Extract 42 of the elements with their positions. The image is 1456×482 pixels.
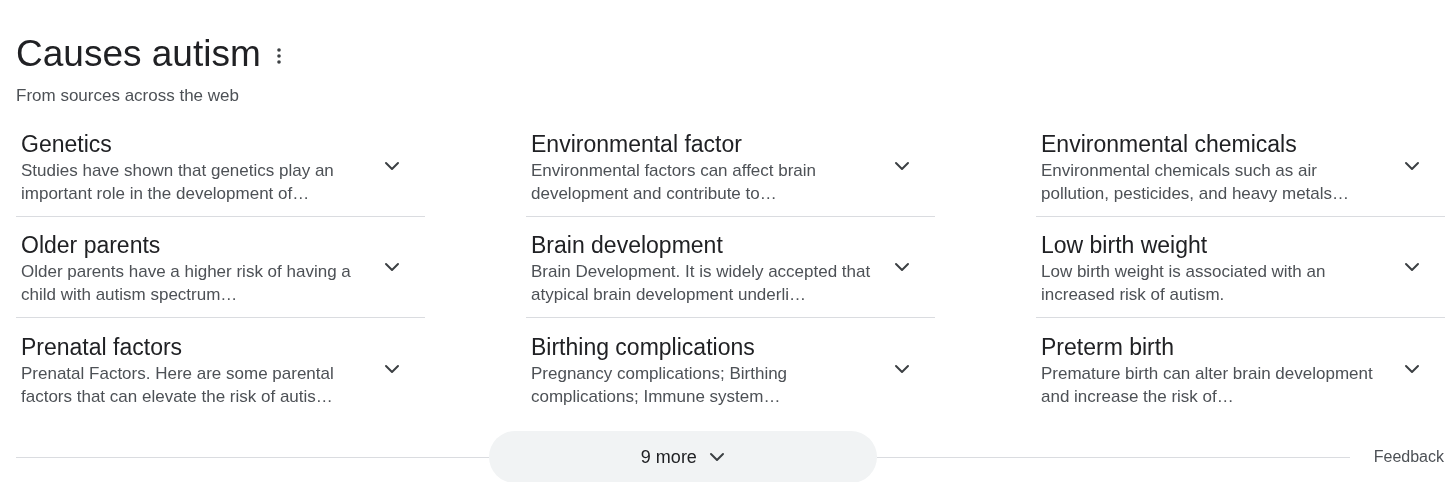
accordion-item[interactable]: Genetics Studies have shown that genetics play an important role in the development of… bbox=[16, 116, 425, 217]
item-title: Prenatal factors bbox=[21, 332, 184, 362]
chevron-down-icon bbox=[384, 363, 400, 374]
item-title: Low birth weight bbox=[1041, 231, 1209, 260]
chevron-down-icon bbox=[894, 262, 910, 272]
item-description: Prenatal Factors. Here are some parental factors that can elevate the risk of autis… bbox=[21, 362, 335, 408]
show-more-button[interactable]: 9 more bbox=[488, 431, 877, 482]
item-description: Studies have shown that genetics play an important role in the development of… bbox=[21, 160, 335, 205]
chevron-down-icon bbox=[708, 452, 725, 462]
item-title: Older parents bbox=[21, 231, 162, 260]
section-title: Causes autism bbox=[16, 32, 261, 76]
accordion-item[interactable]: Environmental factor Environmental factors can affect brain development and contribute to… bbox=[526, 116, 935, 217]
item-description: Pregnancy complications; Birthing complications; Immune system… bbox=[531, 362, 789, 408]
feedback-link[interactable]: Feedback bbox=[1373, 445, 1444, 469]
item-title: Birthing complications bbox=[531, 332, 756, 362]
item-title: Environmental factor bbox=[531, 130, 743, 159]
accordion-item[interactable]: Older parents Older parents have a higher risk of having a child with autism spectrum… bbox=[16, 217, 425, 318]
accordion-item[interactable]: Low birth weight Low birth weight is associated with an increased risk of autism. bbox=[1036, 217, 1445, 318]
chevron-down-icon bbox=[1404, 262, 1420, 272]
chevron-down-icon bbox=[1404, 161, 1420, 171]
accordion-item[interactable]: Environmental chemicals Environmental chemicals such as air pollution, pesticides, and heavy metals… bbox=[1036, 116, 1445, 217]
accordion-item[interactable]: Birthing complications Pregnancy complications; Birthing complications; Immune system… bbox=[526, 318, 935, 419]
item-title: Preterm birth bbox=[1041, 332, 1175, 362]
accordion-item[interactable]: Prenatal factors Prenatal Factors. Here are some parental factors that can elevate the risk of autis… bbox=[16, 318, 425, 419]
item-description: Older parents have a higher risk of having a child with autism spectrum… bbox=[21, 261, 352, 306]
chevron-down-icon bbox=[384, 262, 400, 272]
item-description: Low birth weight is associated with an increased risk of autism. bbox=[1041, 261, 1327, 306]
chevron-down-icon bbox=[1404, 363, 1420, 374]
item-description: Brain Development. It is widely accepted that atypical brain development underli… bbox=[531, 261, 872, 306]
item-description: Environmental chemicals such as air pollution, pesticides, and heavy metals… bbox=[1041, 160, 1351, 205]
chevron-down-icon bbox=[894, 161, 910, 171]
item-title: Environmental chemicals bbox=[1041, 130, 1298, 159]
more-options-icon[interactable] bbox=[276, 48, 281, 64]
chevron-down-icon bbox=[384, 161, 400, 171]
accordion-item[interactable]: Preterm birth Premature birth can alter brain development and increase the risk of… bbox=[1036, 318, 1445, 419]
accordion-item[interactable]: Brain development Brain Development. It is widely accepted that atypical brain development underli… bbox=[526, 217, 935, 318]
item-description: Environmental factors can affect brain development and contribute to… bbox=[531, 160, 818, 205]
chevron-down-icon bbox=[894, 363, 910, 374]
section-subtitle: From sources across the web bbox=[15, 85, 240, 107]
item-description: Premature birth can alter brain development and increase the risk of… bbox=[1041, 362, 1374, 408]
item-title: Brain development bbox=[531, 231, 724, 260]
item-title: Genetics bbox=[21, 130, 113, 159]
